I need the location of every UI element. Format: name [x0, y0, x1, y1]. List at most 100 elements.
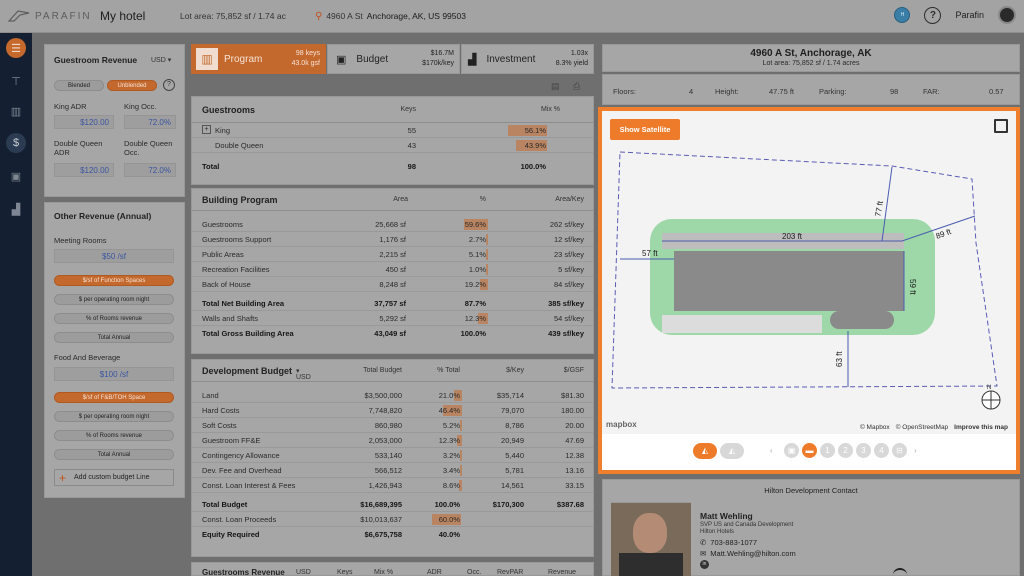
next-arrow-icon[interactable]: ›	[914, 446, 917, 455]
help-icon[interactable]: ?	[924, 6, 942, 24]
fb-opt-total[interactable]: Total Annual	[54, 449, 174, 460]
prev-arrow-icon[interactable]: ‹	[770, 446, 773, 455]
site-header: 4960 A St, Anchorage, AK Lot area: 75,85…	[602, 44, 1020, 72]
row-name: Back of House	[202, 280, 251, 289]
linkedin-icon[interactable]: in	[700, 560, 709, 569]
building-icon[interactable]: ▥	[6, 101, 26, 121]
page-cube-icon[interactable]: ▣	[784, 443, 799, 458]
meeting-opt-function[interactable]: $/sf of Function Spaces	[54, 275, 174, 286]
building-footprint	[674, 251, 904, 311]
row-name: Hard Costs	[202, 406, 240, 415]
revenue-icon[interactable]: $	[6, 133, 26, 153]
parking-lot	[662, 315, 822, 333]
map-toolbar: ◭ ◭ ‹ ▣ ▬ 1 2 3 4 ⊟ ›	[602, 434, 1016, 470]
meeting-opt-room-night[interactable]: $ per operating room night	[54, 294, 174, 305]
row-per-key: 12 sf/key	[553, 235, 584, 244]
meeting-opt-rooms-pct[interactable]: % of Rooms revenue	[54, 313, 174, 324]
tab-unblended[interactable]: Unblended	[107, 80, 157, 91]
fb-opt-space[interactable]: $/sf of F&B/TOH Space	[54, 392, 174, 403]
row-per-key: 8,786	[505, 421, 524, 430]
net-pct: 87.7%	[464, 299, 486, 308]
parking-value: 98	[890, 87, 899, 96]
contact-email[interactable]: ✉ Matt.Wehling@hilton.com	[700, 549, 796, 558]
contact-phone[interactable]: ✆ 703-883-1077	[700, 538, 757, 547]
room-keys: 55	[407, 126, 416, 135]
total-budget-gsf: $387.68	[556, 500, 584, 509]
attrib-improve[interactable]: Improve this map	[954, 424, 1008, 431]
meeting-opt-total[interactable]: Total Annual	[54, 332, 174, 343]
other-revenue-panel: Other Revenue (Annual) Meeting Rooms $50…	[44, 202, 185, 498]
fb-opt-rooms-pct[interactable]: % of Rooms revenue	[54, 430, 174, 441]
tab-blended[interactable]: Blended	[54, 80, 104, 91]
location-pin-icon: ⚲	[315, 10, 323, 22]
view-3d-icon[interactable]: ◭	[720, 443, 744, 459]
devbudget-currency-select[interactable]: USD ▾	[296, 367, 311, 381]
user-avatar[interactable]	[998, 6, 1016, 24]
king-adr-input[interactable]: $120.00	[54, 115, 114, 129]
fb-input[interactable]: $100 /sf	[54, 367, 174, 381]
filter-icon[interactable]: ⊤	[6, 71, 26, 91]
site-map[interactable]: 203 ft 57 ft 77 ft 89 ft 59 ft 63 ft N S…	[602, 111, 1016, 434]
walls-area: 5,292 sf	[379, 314, 406, 323]
row-per-gsf: 20.00	[565, 421, 584, 430]
label-63ft: 63 ft	[835, 351, 844, 367]
investment-icon[interactable]: ▟	[6, 199, 26, 219]
menu-icon[interactable]: ☰	[6, 38, 26, 58]
hilton-badge-icon[interactable]: H	[894, 7, 911, 23]
equity-pct: 40.0%	[438, 530, 460, 539]
plus-icon: +	[59, 470, 67, 485]
walls-per-key: 54 sf/key	[553, 314, 584, 323]
page-car-icon[interactable]: ⊟	[892, 443, 907, 458]
tab-investment[interactable]: ▟ Investment 1.03x 8.3% yield	[461, 44, 594, 74]
user-name[interactable]: Parafin	[955, 10, 984, 20]
currency-select[interactable]: USD ▾	[151, 56, 171, 64]
col-area: Area	[393, 196, 408, 203]
contact-company: Hilton Hotels	[700, 529, 735, 535]
program-icon: ▥	[196, 48, 218, 70]
parafin-logo[interactable]: PARAFIN	[0, 9, 100, 23]
budget-label: Budget	[356, 53, 389, 65]
table-row: Back of House 8,248 sf 19.2% 84 sf/key	[192, 277, 593, 292]
king-occ-input[interactable]: 72.0%	[124, 115, 176, 129]
show-satellite-button[interactable]: Show Satellite	[610, 119, 680, 140]
tab-budget[interactable]: ▣ Budget $16.7M $170k/key	[327, 44, 460, 74]
room-mix: 56.1%	[524, 126, 546, 135]
room-name: King	[215, 126, 231, 135]
parafin-logo-icon	[8, 10, 30, 22]
page-plan-icon[interactable]: ▬	[802, 443, 817, 458]
mapbox-logo[interactable]: mapbox	[606, 420, 637, 429]
fb-opt-room-night[interactable]: $ per operating room night	[54, 411, 174, 422]
fullscreen-icon[interactable]	[994, 119, 1008, 133]
table-row: Const. Loan Interest & Fees 1,426,943 8.6%…	[192, 478, 593, 493]
meeting-label: Meeting Rooms	[54, 236, 107, 245]
tab-program[interactable]: ▥ Program 98 keys 43.0k gsf	[191, 44, 326, 74]
attrib-osm[interactable]: © OpenStreetMap	[896, 424, 948, 431]
page-2[interactable]: 2	[838, 443, 853, 458]
dq-occ-input[interactable]: 72.0%	[124, 163, 176, 177]
equity-row: Equity Required $6,675,758 40.0%	[192, 527, 593, 542]
page-4[interactable]: 4	[874, 443, 889, 458]
net-area-row: Total Net Building Area 37,757 sf 87.7% …	[192, 296, 593, 311]
bottom-table-currency[interactable]: USD	[296, 569, 311, 575]
site-map-panel: 203 ft 57 ft 77 ft 89 ft 59 ft 63 ft N S…	[598, 107, 1020, 474]
page-1[interactable]: 1	[820, 443, 835, 458]
export-csv-icon[interactable]: ▤	[551, 81, 560, 92]
dq-adr-input[interactable]: $120.00	[54, 163, 114, 177]
meeting-input[interactable]: $50 /sf	[54, 249, 174, 263]
row-per-key: $35,714	[496, 391, 524, 400]
bottom-col-revpar: RevPAR	[497, 569, 524, 576]
budget-icon[interactable]: ▣	[6, 166, 26, 186]
expand-icon[interactable]: +	[202, 125, 211, 134]
bottom-col-occ: Occ.	[467, 569, 482, 576]
contact-photo	[611, 502, 691, 576]
view-2d-icon[interactable]: ◭	[693, 443, 717, 459]
info-icon[interactable]: ?	[163, 79, 175, 91]
page-3[interactable]: 3	[856, 443, 871, 458]
investment-tab-icon: ▟	[468, 53, 477, 66]
gross-pct: 100.0%	[460, 329, 486, 338]
gross-per-key: 439 sf/key	[548, 329, 584, 338]
attrib-mapbox[interactable]: © Mapbox	[860, 424, 890, 431]
row-per-gsf: 12.38	[565, 451, 584, 460]
add-custom-budget-button[interactable]: + Add custom budget Line	[54, 469, 174, 486]
print-icon[interactable]: ⎙	[573, 81, 580, 92]
